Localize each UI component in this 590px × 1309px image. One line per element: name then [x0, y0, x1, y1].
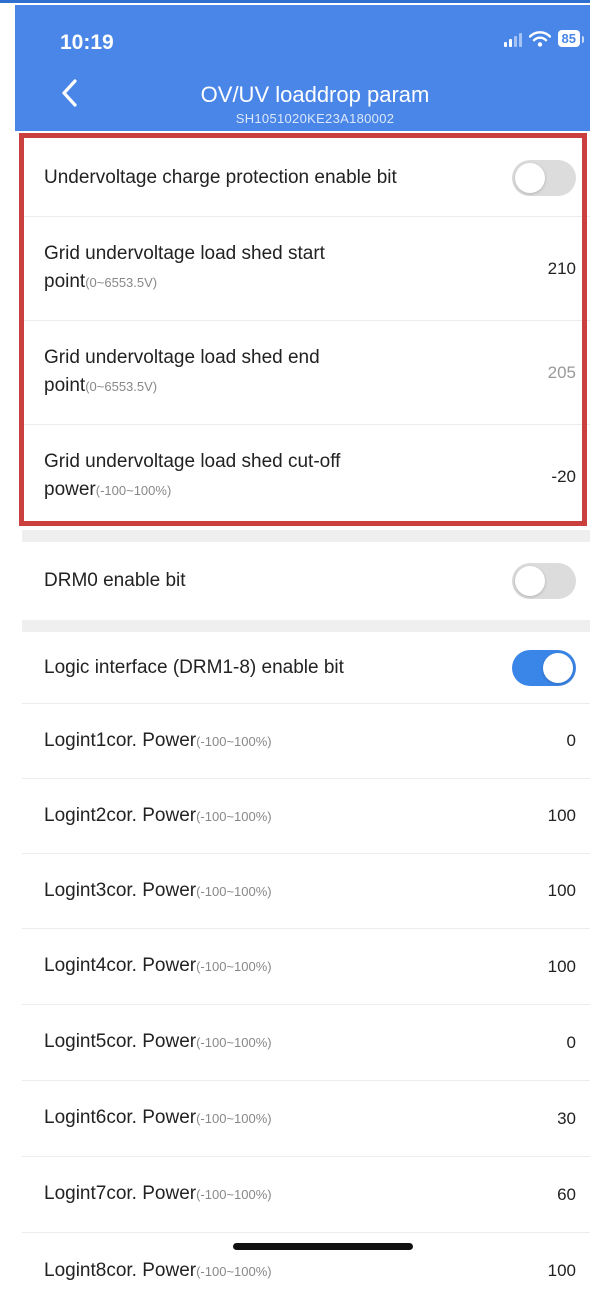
undervoltage-protection-label: Undervoltage charge protection enable bi…: [44, 167, 397, 188]
start-point-range: (0~6553.5V): [85, 275, 158, 290]
logint4-row[interactable]: Logint4cor. Power(-100~100%) 100: [22, 929, 590, 1005]
app-header: 10:19 85 OV/UV loaddrop param SH1051020K…: [15, 5, 590, 131]
undervoltage-group: Undervoltage charge protection enable bi…: [22, 140, 590, 528]
logic-interface-row: Logic interface (DRM1-8) enable bit: [22, 632, 590, 704]
undervoltage-protection-row: Undervoltage charge protection enable bi…: [22, 140, 590, 217]
logint2-row[interactable]: Logint2cor. Power(-100~100%) 100: [22, 779, 590, 854]
start-point-row[interactable]: Grid undervoltage load shed start point(…: [22, 217, 590, 321]
section-divider: [22, 620, 590, 632]
logint4-value: 100: [547, 956, 576, 976]
battery-icon: 85: [557, 30, 585, 47]
status-icons: 85: [503, 30, 585, 47]
drm0-group: DRM0 enable bit: [22, 542, 590, 620]
logint6-row[interactable]: Logint6cor. Power(-100~100%) 30: [22, 1081, 590, 1157]
start-point-value: 210: [547, 258, 576, 278]
logic-interface-toggle[interactable]: [512, 649, 576, 686]
wifi-icon: [528, 30, 551, 47]
logint1-row[interactable]: Logint1cor. Power(-100~100%) 0: [22, 704, 590, 779]
logint6-value: 30: [557, 1108, 576, 1128]
drm0-row: DRM0 enable bit: [22, 542, 590, 620]
home-indicator: [233, 1243, 413, 1250]
drm0-label: DRM0 enable bit: [44, 570, 186, 591]
logic-interface-group: Logic interface (DRM1-8) enable bit Logi…: [22, 632, 590, 1309]
start-point-label: Grid undervoltage load shed start point(…: [44, 243, 325, 292]
logint8-value: 100: [547, 1261, 576, 1280]
logint3-row[interactable]: Logint3cor. Power(-100~100%) 100: [22, 854, 590, 929]
device-serial: SH1051020KE23A180002: [235, 111, 395, 126]
cutoff-power-row[interactable]: Grid undervoltage load shed cut-off powe…: [22, 425, 590, 528]
end-point-range: (0~6553.5V): [85, 379, 158, 394]
section-divider: [22, 530, 590, 542]
page-title: OV/UV loaddrop param: [200, 82, 430, 107]
undervoltage-protection-toggle[interactable]: [512, 160, 576, 196]
signal-icon: [503, 31, 522, 47]
cutoff-power-range: (-100~100%): [95, 483, 172, 498]
logint2-value: 100: [547, 806, 576, 825]
logint7-row[interactable]: Logint7cor. Power(-100~100%) 60: [22, 1157, 590, 1233]
logint1-value: 0: [566, 731, 576, 750]
logint5-value: 0: [566, 1032, 576, 1052]
cutoff-power-value: -20: [551, 466, 576, 486]
top-rule: [0, 0, 590, 3]
end-point-row[interactable]: Grid undervoltage load shed end point(0~…: [22, 321, 590, 425]
logic-interface-label: Logic interface (DRM1-8) enable bit: [44, 656, 344, 678]
end-point-label: Grid undervoltage load shed end point(0~…: [44, 347, 320, 396]
logint7-value: 60: [557, 1184, 576, 1204]
end-point-value: 205: [547, 362, 576, 382]
logint3-value: 100: [547, 881, 576, 900]
cutoff-power-label: Grid undervoltage load shed cut-off powe…: [44, 451, 341, 500]
drm0-toggle[interactable]: [512, 563, 576, 599]
status-time: 10:19: [60, 31, 114, 54]
logint5-row[interactable]: Logint5cor. Power(-100~100%) 0: [22, 1005, 590, 1081]
